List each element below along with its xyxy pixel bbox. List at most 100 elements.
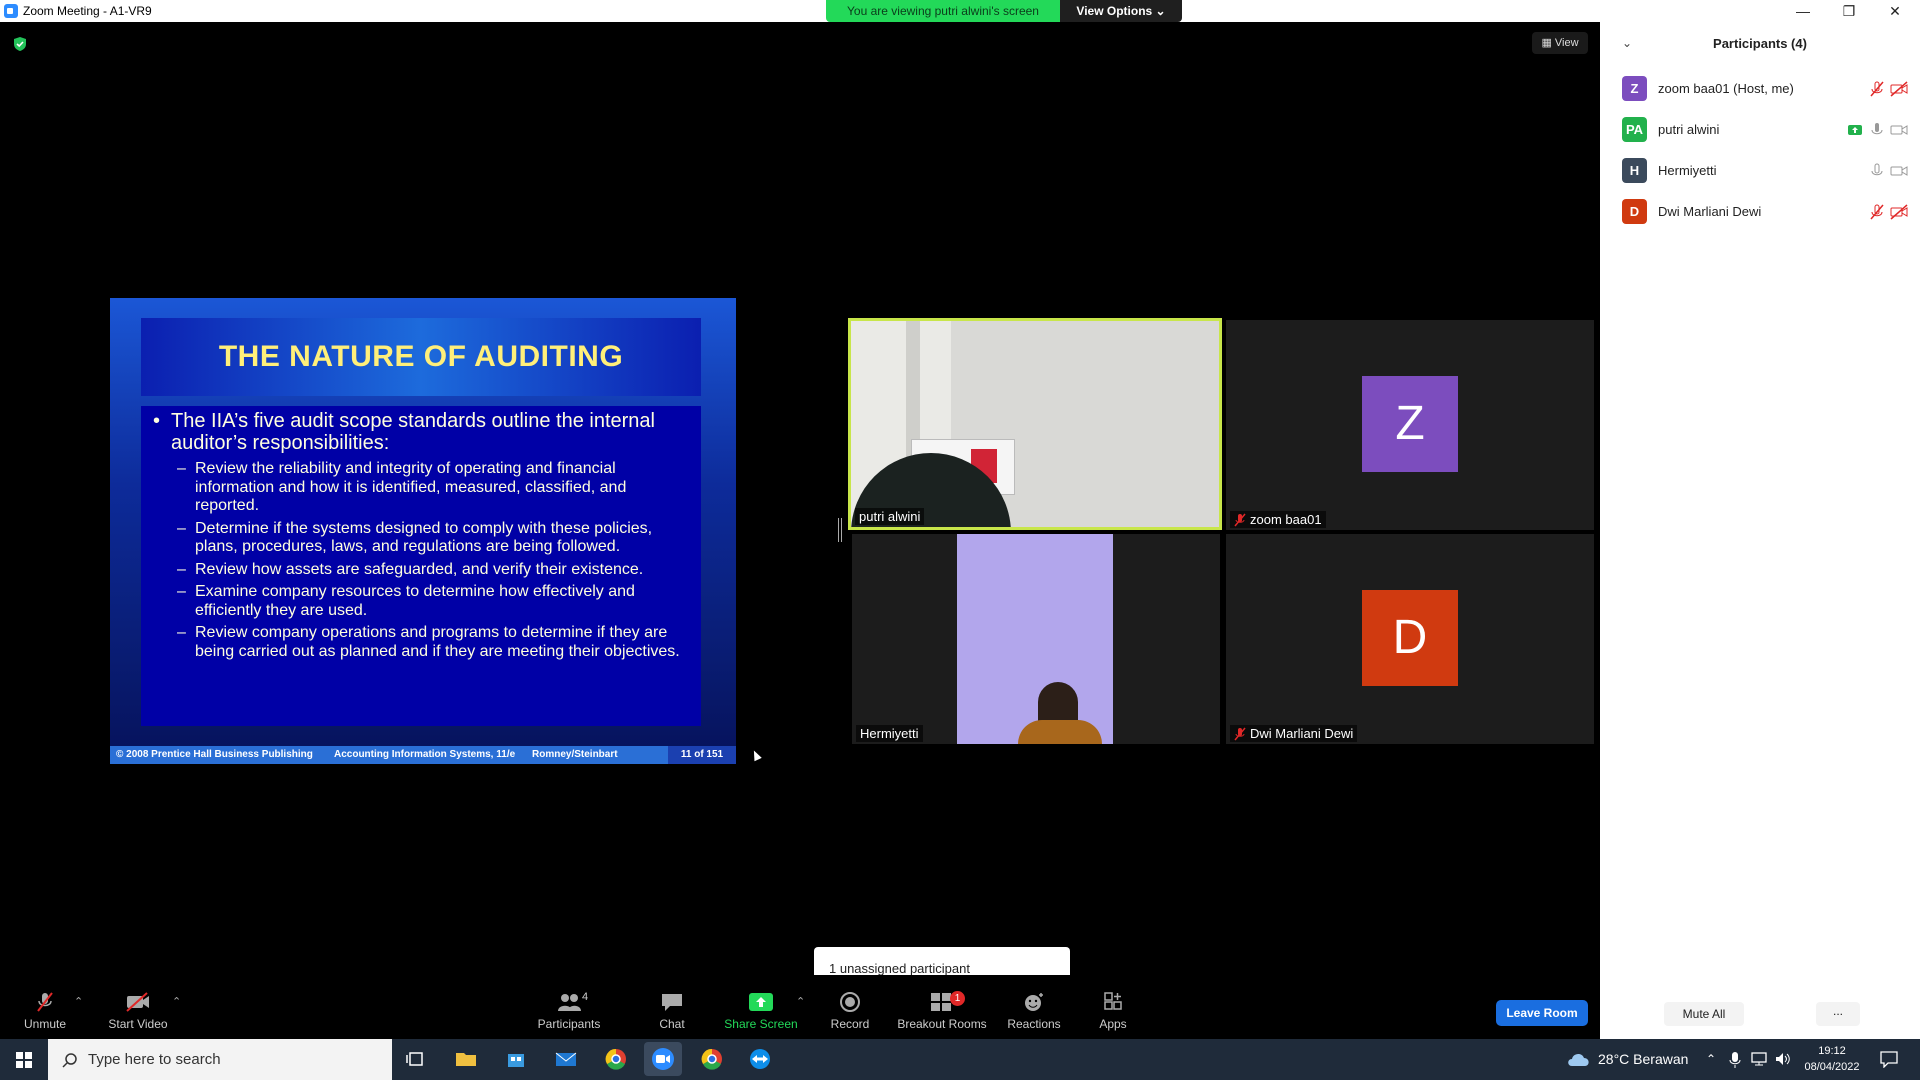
chat-button[interactable]: Chat <box>652 991 692 1035</box>
avatar: PA <box>1622 117 1647 142</box>
chat-icon <box>662 994 682 1011</box>
file-explorer-icon[interactable] <box>452 1046 480 1072</box>
video-off-icon[interactable] <box>1890 80 1908 98</box>
apps-button[interactable]: Apps <box>1096 991 1130 1035</box>
participant-name: Dwi Marliani Dewi <box>1658 204 1762 219</box>
view-options-button[interactable]: View Options ⌄ <box>1060 0 1182 22</box>
muted-mic-icon <box>37 992 53 1012</box>
participants-panel: ⌄ Participants (4) Z zoom baa01 (Host, m… <box>1600 22 1920 1039</box>
slide-bullet: The IIA’s five audit scope standards out… <box>149 410 693 454</box>
tile-name-label: zoom baa01 <box>1230 511 1326 528</box>
muted-mic-icon <box>1234 513 1246 526</box>
record-button[interactable]: Record <box>828 991 872 1035</box>
muted-mic-icon <box>1234 727 1246 740</box>
avatar: Z <box>1622 76 1647 101</box>
chrome-icon[interactable] <box>602 1046 630 1072</box>
reactions-button[interactable]: Reactions <box>1006 991 1062 1035</box>
unmute-button[interactable]: Unmute <box>18 991 72 1035</box>
leave-room-button[interactable]: Leave Room <box>1496 1000 1588 1026</box>
tile-name-label: Dwi Marliani Dewi <box>1230 725 1358 742</box>
mail-icon[interactable] <box>552 1046 580 1072</box>
clock-date: 08/04/2022 <box>1804 1061 1860 1073</box>
microsoft-store-icon[interactable] <box>502 1046 530 1072</box>
breakout-rooms-button[interactable]: 1 Breakout Rooms <box>896 991 988 1035</box>
slide-title: THE NATURE OF AUDITING <box>218 340 624 373</box>
share-options-caret-icon[interactable]: ⌃ <box>796 995 805 1008</box>
slide-subitem: Review the reliability and integrity of … <box>149 460 693 516</box>
breakout-badge: 1 <box>950 991 965 1006</box>
security-shield-icon[interactable] <box>12 36 28 52</box>
video-tile-hermiyetti[interactable]: Hermiyetti <box>852 534 1220 744</box>
search-icon <box>62 1053 77 1068</box>
notifications-icon[interactable] <box>1880 1051 1898 1068</box>
tile-name-label: Hermiyetti <box>856 725 923 742</box>
slide-sublist: Review the reliability and integrity of … <box>149 460 693 661</box>
mute-all-button[interactable]: Mute All <box>1664 1002 1744 1026</box>
participant-row[interactable]: PA putri alwini <box>1622 115 1912 145</box>
muted-mic-icon[interactable] <box>1868 80 1886 98</box>
record-icon <box>840 992 860 1012</box>
share-screen-button[interactable]: Share Screen <box>724 991 798 1035</box>
muted-mic-icon[interactable] <box>1868 203 1886 221</box>
teamviewer-icon[interactable] <box>746 1046 774 1072</box>
tile-name-label: putri alwini <box>855 508 925 525</box>
participant-name: Hermiyetti <box>1658 163 1717 178</box>
view-layout-button[interactable]: ▦ View <box>1532 32 1588 54</box>
volume-icon[interactable] <box>1774 1051 1792 1067</box>
video-virtual-background <box>957 534 1113 744</box>
weather-text[interactable]: 28°C Berawan <box>1598 1039 1688 1080</box>
apps-icon <box>1104 992 1122 1010</box>
participant-row[interactable]: Z zoom baa01 (Host, me) <box>1622 74 1912 104</box>
window-title: Zoom Meeting - A1-VR9 <box>23 4 152 18</box>
video-person-body <box>1018 720 1102 744</box>
slide-subitem: Examine company resources to determine h… <box>149 583 693 620</box>
avatar: H <box>1622 158 1647 183</box>
windows-taskbar: Type here to search 28°C Berawan ⌃ 19:12… <box>0 1039 1920 1080</box>
slide-book: Accounting Information Systems, 11/e <box>334 749 516 760</box>
zoom-taskbar-active[interactable] <box>644 1042 682 1076</box>
participants-count: 4 <box>582 991 589 1003</box>
video-icon[interactable] <box>1890 162 1908 180</box>
start-video-button[interactable]: Start Video <box>106 991 170 1035</box>
participants-panel-title: Participants (4) <box>1713 36 1807 51</box>
mic-icon[interactable] <box>1868 162 1886 180</box>
network-icon[interactable] <box>1750 1051 1768 1067</box>
video-tile-zoom-baa01[interactable]: Z zoom baa01 <box>1226 320 1594 530</box>
split-resize-handle[interactable] <box>838 518 842 542</box>
close-button[interactable]: ✕ <box>1872 0 1918 22</box>
slide-authors: Romney/Steinbart <box>532 749 618 760</box>
audio-options-caret-icon[interactable]: ⌃ <box>74 995 83 1008</box>
more-options-button[interactable]: ... <box>1816 1002 1860 1026</box>
avatar: D <box>1622 199 1647 224</box>
chrome-profile-icon[interactable] <box>698 1046 726 1072</box>
video-off-icon[interactable] <box>1890 203 1908 221</box>
tray-overflow-chevron-icon[interactable]: ⌃ <box>1706 1039 1716 1080</box>
taskbar-clock[interactable]: 19:12 08/04/2022 <box>1800 1043 1864 1075</box>
slide-page-number: 11 of 151 <box>668 746 736 764</box>
task-view-icon[interactable] <box>402 1046 430 1072</box>
participants-button[interactable]: 4 Participants <box>532 991 606 1035</box>
screen-sharing-icon <box>1848 125 1862 135</box>
slide-subitem: Review company operations and programs t… <box>149 624 693 661</box>
participant-row[interactable]: H Hermiyetti <box>1622 156 1912 186</box>
zoom-icon <box>652 1048 674 1070</box>
slide-subitem: Determine if the systems designed to com… <box>149 520 693 557</box>
viewing-screen-banner: You are viewing putri alwini's screen <box>826 0 1060 22</box>
video-options-caret-icon[interactable]: ⌃ <box>172 995 181 1008</box>
video-tile-dwi-marliani-dewi[interactable]: D Dwi Marliani Dewi <box>1226 534 1594 744</box>
windows-start-icon[interactable] <box>0 1039 48 1080</box>
participants-icon <box>532 991 606 1013</box>
presentation-slide: THE NATURE OF AUDITING The IIA’s five au… <box>110 298 762 764</box>
zoom-logo-icon <box>4 4 18 18</box>
shared-screen[interactable]: THE NATURE OF AUDITING The IIA’s five au… <box>6 298 834 764</box>
weather-cloud-icon <box>1568 1053 1589 1066</box>
video-tile-putri-alwini[interactable]: putri alwini <box>848 318 1222 530</box>
minimize-button[interactable]: — <box>1780 0 1826 22</box>
taskbar-search-input[interactable]: Type here to search <box>48 1039 392 1080</box>
restore-button[interactable]: ❐ <box>1826 0 1872 22</box>
participant-row[interactable]: D Dwi Marliani Dewi <box>1622 197 1912 227</box>
video-icon[interactable] <box>1890 121 1908 139</box>
mic-icon[interactable] <box>1868 121 1886 139</box>
meeting-area: ▦ View THE NATURE OF AUDITING The IIA’s … <box>0 22 1600 1039</box>
microphone-tray-icon[interactable] <box>1728 1051 1742 1069</box>
